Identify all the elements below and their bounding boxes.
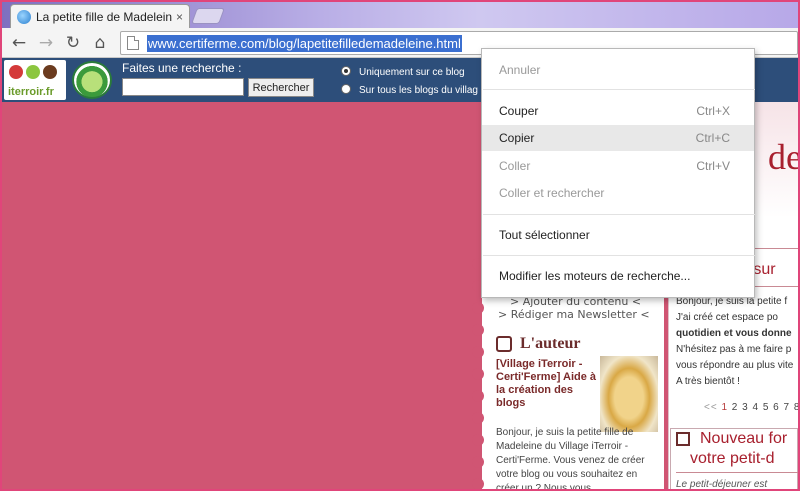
radio-all-blogs[interactable] (341, 84, 351, 94)
search-button[interactable]: Rechercher (248, 78, 314, 97)
menu-label: Coller (499, 159, 531, 173)
forum-subtitle: Le petit-déjeuner est (676, 479, 768, 490)
home-icon: ⌂ (94, 33, 106, 53)
page-icon (127, 36, 139, 50)
welcome-text: Bonjour, je suis la petite f J'ai créé c… (676, 294, 798, 390)
menu-item-edit-search-engines[interactable]: Modifier les moteurs de recherche... (482, 263, 754, 289)
forum-title-line: Nouveau for (700, 430, 788, 447)
scallop-edge (472, 478, 484, 489)
radio-this-blog[interactable] (341, 66, 351, 76)
back-arrow-icon: ← (11, 33, 27, 53)
forward-arrow-icon: → (38, 33, 54, 53)
author-description: [Village iTerroir - Certi'Ferme] Aide à … (496, 358, 597, 409)
pager-prev[interactable]: << (704, 402, 721, 413)
reload-button[interactable]: ↻ (62, 32, 84, 54)
logo-text: iterroir.fr (8, 86, 54, 98)
scallop-edge (472, 368, 484, 380)
logo-dot-green (26, 65, 40, 79)
menu-item-paste-and-search[interactable]: Coller et rechercher (482, 180, 754, 206)
welcome-line: N'hésitez pas à me faire p (676, 344, 792, 355)
logo-dot-red (9, 65, 23, 79)
forward-button[interactable]: → (35, 32, 57, 54)
menu-item-cut[interactable]: Couper Ctrl+X (482, 98, 754, 124)
pagination: << 1 2 3 4 5 6 7 8 (704, 402, 798, 413)
admin-links: > Ajouter du contenu < > Rédiger ma News… (498, 295, 650, 321)
welcome-line: A très bientôt ! (676, 376, 740, 387)
menu-item-copy[interactable]: Copier Ctrl+C (482, 125, 754, 151)
home-button[interactable]: ⌂ (89, 32, 111, 54)
radio-all-blogs-label: Sur tous les blogs du villag (359, 85, 478, 96)
author-bio: Bonjour, je suis la petite fille de Made… (496, 427, 645, 491)
madeleine-photo (600, 356, 658, 432)
menu-label: Couper (499, 104, 539, 118)
search-input[interactable] (122, 78, 244, 96)
certiferme-logo[interactable] (72, 61, 112, 99)
menu-item-paste[interactable]: Coller Ctrl+V (482, 153, 754, 179)
menu-label: Copier (499, 131, 535, 145)
menu-item-select-all[interactable]: Tout sélectionner (482, 222, 754, 248)
tab-strip: La petite fille de Madeleine × (2, 2, 798, 28)
iterroir-logo[interactable]: iterroir.fr (4, 60, 66, 100)
logo-dot-brown (43, 65, 57, 79)
welcome-line: quotidien et vous donne (676, 328, 792, 339)
menu-separator (483, 89, 755, 90)
menu-shortcut: Ctrl+X (696, 104, 730, 118)
scallop-edge (472, 302, 484, 314)
radio-this-blog-label: Uniquement sur ce blog (359, 67, 465, 78)
menu-item-undo[interactable]: Annuler (482, 57, 754, 83)
scallop-edge (472, 456, 484, 468)
tab-close-icon[interactable]: × (176, 10, 183, 24)
scallop-edge (472, 412, 484, 424)
search-label: Faites une recherche : (122, 61, 242, 75)
tab-active[interactable]: La petite fille de Madeleine × (10, 4, 190, 28)
pink-background-panel (2, 102, 478, 489)
url-text-selected[interactable]: www.certiferme.com/blog/lapetitefilledem… (147, 34, 462, 52)
scallop-edge (472, 346, 484, 358)
new-tab-button[interactable] (191, 8, 225, 24)
forum-title-line: votre petit-d (690, 450, 775, 467)
welcome-line: J'ai créé cet espace po (676, 312, 778, 323)
newsletter-link[interactable]: > Rédiger ma Newsletter < (498, 308, 650, 321)
menu-label: Coller et rechercher (499, 186, 605, 200)
menu-separator (483, 255, 755, 256)
context-menu: Annuler Couper Ctrl+X Copier Ctrl+C Coll… (481, 48, 755, 298)
forum-title[interactable]: Nouveau for votre petit-d (690, 429, 788, 469)
welcome-line: vous répondre au plus vite (676, 360, 794, 371)
browser-window: La petite fille de Madeleine × ← → ↻ ⌂ w… (0, 0, 800, 491)
back-button[interactable]: ← (8, 32, 30, 54)
menu-shortcut: Ctrl+V (696, 159, 730, 173)
scallop-edge (472, 390, 484, 402)
tab-title: La petite fille de Madeleine (36, 9, 172, 24)
scallop-edge (472, 434, 484, 446)
author-heading: L'auteur (520, 335, 581, 352)
menu-separator (483, 214, 755, 215)
author-icon (496, 336, 512, 352)
scallop-edge (472, 324, 484, 336)
menu-label: Annuler (499, 63, 541, 77)
certiferme-favicon-icon (17, 9, 31, 24)
divider (676, 472, 798, 473)
menu-label: Tout sélectionner (499, 228, 590, 242)
pager-pages[interactable]: 2 3 4 5 6 7 8 (728, 402, 798, 413)
forum-icon (676, 432, 690, 446)
menu-label: Modifier les moteurs de recherche... (499, 269, 691, 283)
blog-title-partial: de (768, 137, 800, 177)
reload-icon: ↻ (65, 33, 81, 53)
menu-shortcut: Ctrl+C (695, 131, 730, 145)
